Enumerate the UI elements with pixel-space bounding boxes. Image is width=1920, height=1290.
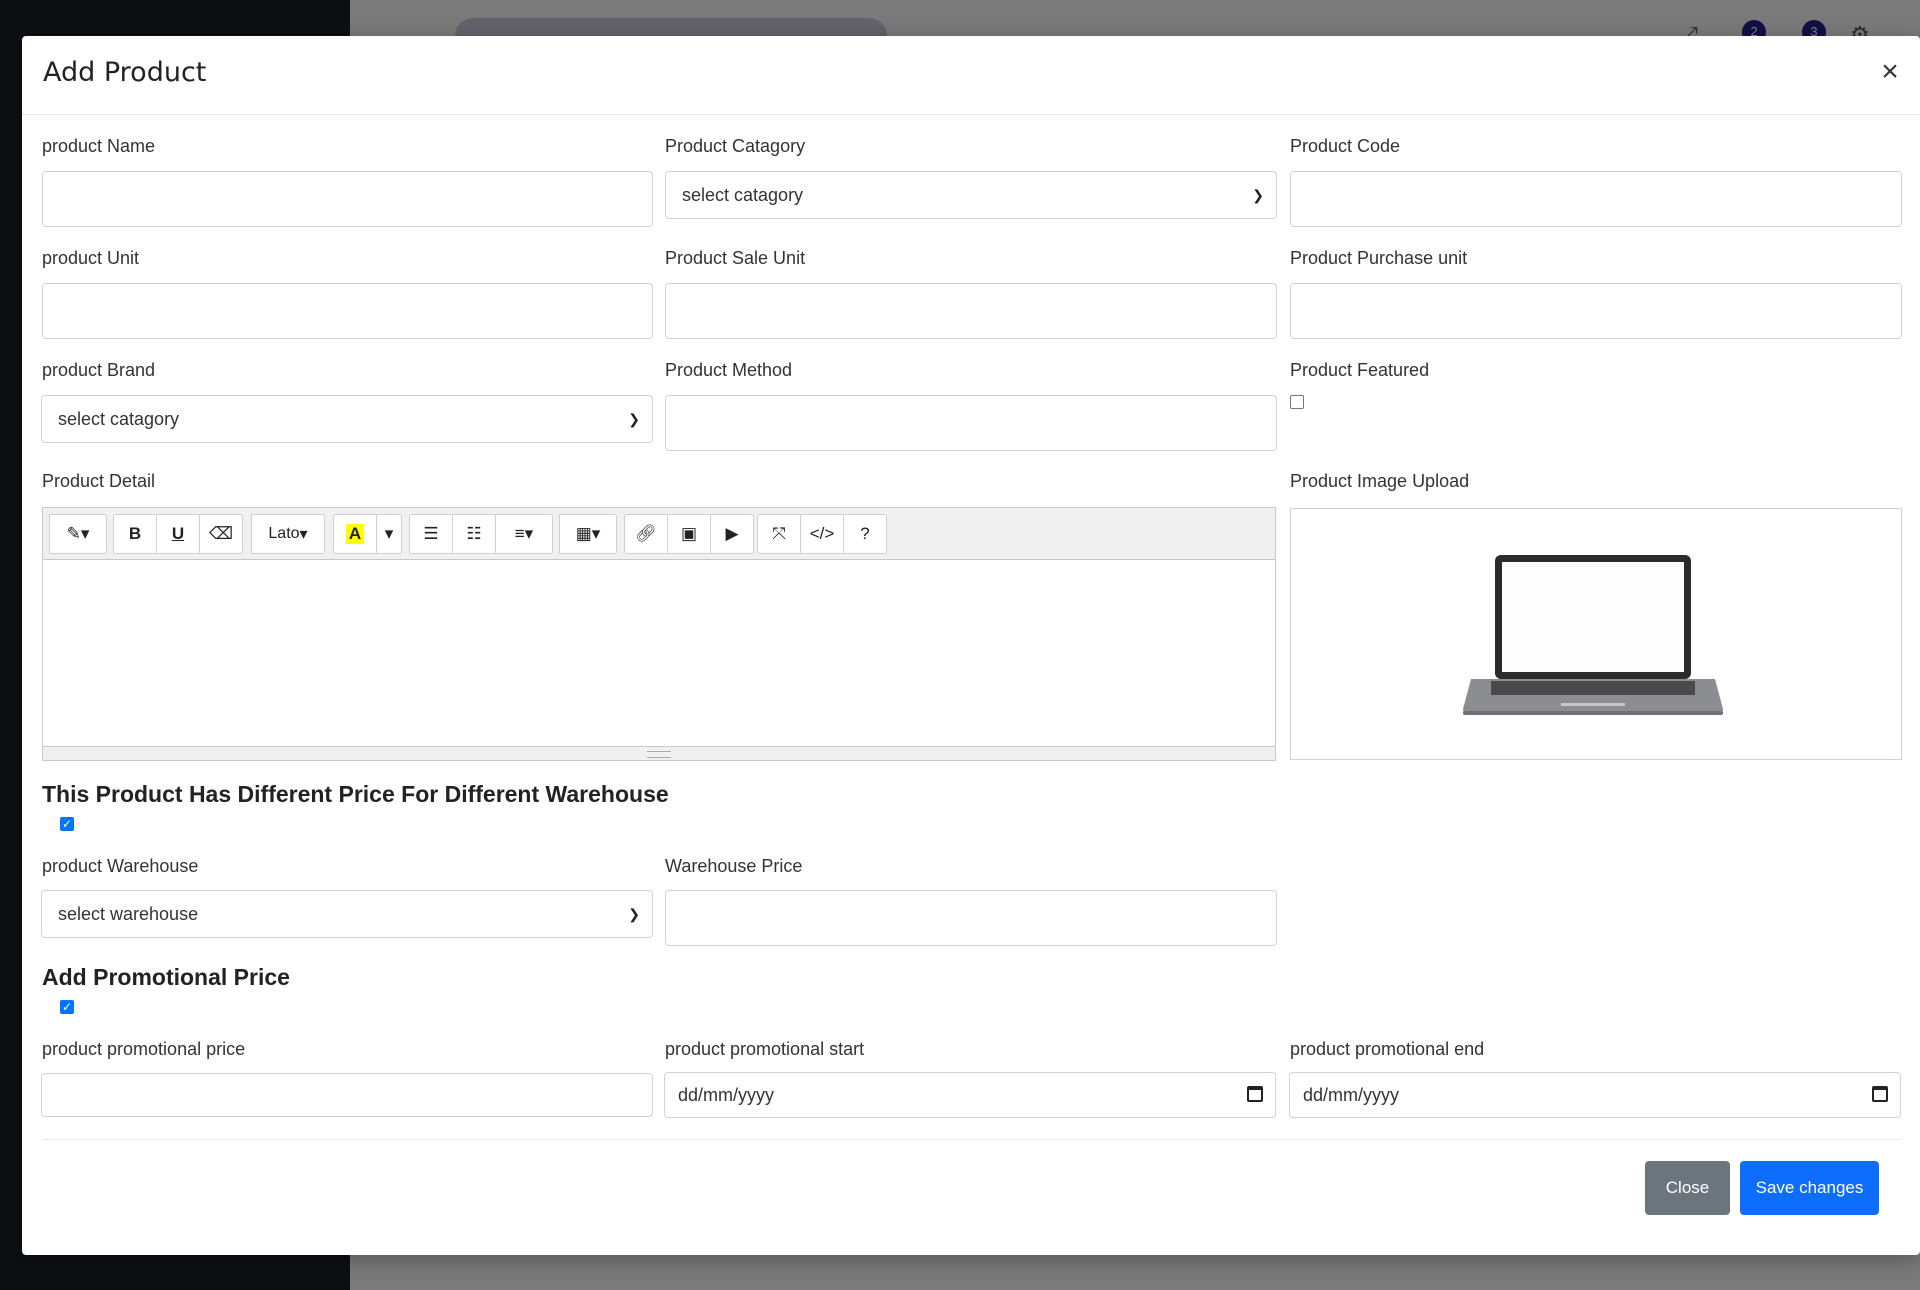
table-group: ▦▾ (559, 514, 617, 554)
promotional-title: Add Promotional Price (42, 964, 290, 990)
product-brand-label: product Brand (42, 360, 156, 380)
product-image-upload[interactable] (1290, 508, 1902, 760)
different-price-checkbox[interactable]: ✓ (60, 817, 74, 831)
table-icon[interactable]: ▦▾ (559, 514, 617, 554)
promotional-price-input[interactable] (41, 1073, 653, 1117)
product-name-label: product Name (42, 136, 156, 156)
product-name-input[interactable] (42, 171, 653, 227)
footer-divider (42, 1139, 1900, 1140)
chevron-down-icon: ❯ (628, 906, 640, 922)
fullscreen-icon[interactable]: ⤧ (757, 514, 801, 554)
promotional-end-label: product promotional end (1290, 1039, 1485, 1059)
product-featured-checkbox[interactable] (1290, 395, 1304, 409)
modal-title: Add Product (43, 57, 207, 88)
product-warehouse-select[interactable]: select warehouse ❯ (41, 890, 653, 938)
view-group: ⤧ </> ? (757, 514, 887, 554)
product-purchase-unit-input[interactable] (1290, 283, 1902, 339)
product-code-input[interactable] (1290, 171, 1902, 227)
product-sale-unit-input[interactable] (665, 283, 1277, 339)
promotional-start-label: product promotional start (665, 1039, 865, 1059)
promotional-checkbox[interactable]: ✓ (60, 1000, 74, 1014)
product-category-label: Product Catagory (665, 136, 806, 156)
font-name-dropdown[interactable]: Lato ▾ (251, 514, 325, 554)
product-sale-unit-label: Product Sale Unit (665, 248, 806, 268)
promotional-price-label: product promotional price (42, 1039, 246, 1059)
editor-resize-handle[interactable] (43, 746, 1275, 760)
add-product-modal: Add Product × product Name Product Catag… (22, 36, 1920, 1255)
product-category-value: select catagory (682, 185, 804, 205)
product-purchase-unit-label: Product Purchase unit (1290, 248, 1468, 268)
laptop-image (1463, 555, 1723, 715)
code-view-icon[interactable]: </> (800, 514, 844, 554)
magic-wand-icon[interactable]: ✎▾ (49, 514, 107, 554)
product-brand-select[interactable]: select catagory ❯ (41, 395, 653, 443)
product-method-label: Product Method (665, 360, 793, 380)
promotional-end-value: dd/mm/yyyy (1303, 1085, 1400, 1105)
product-code-label: Product Code (1290, 136, 1401, 156)
editor-toolbar: ✎▾ B U ⌫ Lato ▾ A ▾ ☰ ☷ ≡▾ ▦▾ 🔗︎ ▣ ▶ ⤧ <… (43, 508, 1275, 560)
product-detail-editor: ✎▾ B U ⌫ Lato ▾ A ▾ ☰ ☷ ≡▾ ▦▾ 🔗︎ ▣ ▶ ⤧ <… (42, 507, 1276, 761)
text-color-icon[interactable]: A (333, 514, 377, 554)
font-name-group: Lato ▾ (251, 514, 325, 554)
calendar-icon[interactable] (1872, 1086, 1888, 1102)
color-group: A ▾ (333, 514, 402, 554)
modal-header: Add Product × (22, 36, 1920, 115)
color-dropdown-icon[interactable]: ▾ (376, 514, 402, 554)
image-icon[interactable]: ▣ (667, 514, 711, 554)
product-image-upload-label: Product Image Upload (1290, 471, 1470, 491)
ordered-list-icon[interactable]: ☷ (452, 514, 496, 554)
product-featured-label: Product Featured (1290, 360, 1430, 380)
eraser-icon[interactable]: ⌫ (199, 514, 243, 554)
bold-icon[interactable]: B (113, 514, 157, 554)
link-icon[interactable]: 🔗︎ (624, 514, 668, 554)
font-name-label: Lato (268, 525, 300, 542)
product-detail-label: Product Detail (42, 471, 156, 491)
align-dropdown-icon[interactable]: ≡▾ (495, 514, 553, 554)
underline-icon[interactable]: U (156, 514, 200, 554)
close-icon[interactable]: × (1876, 57, 1904, 87)
chevron-down-icon: ❯ (1252, 187, 1264, 203)
product-method-input[interactable] (665, 395, 1277, 451)
close-button[interactable]: Close (1645, 1161, 1730, 1215)
warehouse-price-input[interactable] (665, 890, 1277, 946)
chevron-down-icon: ❯ (628, 411, 640, 427)
different-price-title: This Product Has Different Price For Dif… (42, 781, 669, 807)
list-group: ☰ ☷ ≡▾ (409, 514, 553, 554)
help-icon[interactable]: ? (843, 514, 887, 554)
product-unit-input[interactable] (42, 283, 653, 339)
product-unit-label: product Unit (42, 248, 140, 268)
product-brand-value: select catagory (58, 409, 180, 429)
promotional-end-date[interactable]: dd/mm/yyyy (1289, 1072, 1901, 1118)
style-group: ✎▾ (49, 514, 107, 554)
warehouse-price-label: Warehouse Price (665, 856, 803, 876)
product-category-select[interactable]: select catagory ❯ (665, 171, 1277, 219)
save-changes-button[interactable]: Save changes (1740, 1161, 1879, 1215)
editor-content-area[interactable] (43, 560, 1275, 746)
insert-group: 🔗︎ ▣ ▶ (624, 514, 754, 554)
calendar-icon[interactable] (1247, 1086, 1263, 1102)
promotional-start-date[interactable]: dd/mm/yyyy (664, 1072, 1276, 1118)
product-warehouse-value: select warehouse (58, 904, 199, 924)
promotional-start-value: dd/mm/yyyy (678, 1085, 775, 1105)
unordered-list-icon[interactable]: ☰ (409, 514, 453, 554)
font-style-group: B U ⌫ (113, 514, 243, 554)
video-icon[interactable]: ▶ (710, 514, 754, 554)
product-warehouse-label: product Warehouse (42, 856, 199, 876)
